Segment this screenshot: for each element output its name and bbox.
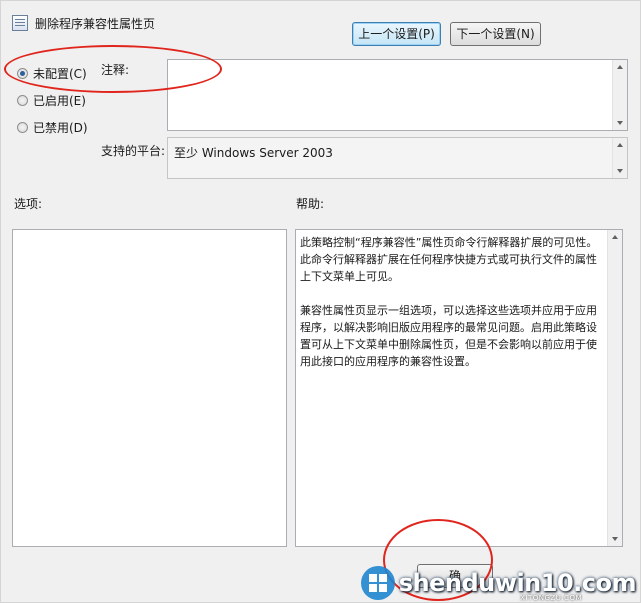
next-setting-button[interactable]: 下一个设置(N)	[450, 22, 541, 46]
radio-enabled[interactable]: 已启用(E)	[17, 92, 86, 108]
platform-field: 至少 Windows Server 2003	[167, 137, 628, 179]
scroll-down-icon[interactable]	[617, 121, 623, 125]
watermark-text: shenduwin10.com	[398, 569, 637, 597]
radio-selected-icon[interactable]	[17, 67, 28, 79]
help-paragraph: 此策略控制“程序兼容性”属性页命令行解释器扩展的可见性。此命令行解释器扩展在任何…	[300, 236, 598, 283]
watermark: shenduwin10.com	[360, 566, 637, 600]
radio-unselected-icon[interactable]	[17, 94, 28, 106]
help-scrollbar[interactable]	[607, 230, 622, 546]
radio-not-configured[interactable]: 未配置(C)	[17, 65, 87, 81]
help-text: 此策略控制“程序兼容性”属性页命令行解释器扩展的可见性。此命令行解释器扩展在任何…	[300, 234, 604, 387]
scroll-up-icon[interactable]	[617, 65, 623, 69]
help-label: 帮助:	[296, 197, 325, 211]
platform-value: 至少 Windows Server 2003	[174, 146, 333, 160]
radio-label: 已启用(E)	[33, 93, 86, 108]
policy-setting-icon	[12, 15, 28, 31]
dialog-title: 删除程序兼容性属性页	[35, 17, 156, 31]
options-label: 选项:	[14, 197, 43, 211]
radio-unselected-icon[interactable]	[17, 121, 28, 133]
prev-setting-button[interactable]: 上一个设置(P)	[352, 22, 441, 46]
help-paragraph: 兼容性属性页显示一组选项，可以选择这些选项并应用于应用程序，以解决影响旧版应用程…	[300, 304, 597, 368]
scroll-up-icon[interactable]	[612, 235, 618, 239]
help-pane[interactable]: 此策略控制“程序兼容性”属性页命令行解释器扩展的可见性。此命令行解释器扩展在任何…	[295, 229, 623, 547]
platform-scrollbar[interactable]	[612, 138, 627, 178]
platform-label: 支持的平台:	[101, 144, 166, 158]
scroll-up-icon[interactable]	[617, 143, 623, 147]
comment-textarea[interactable]	[167, 59, 628, 131]
comment-scrollbar[interactable]	[612, 60, 627, 130]
windows-logo-icon	[360, 566, 395, 600]
scroll-down-icon[interactable]	[617, 169, 623, 173]
radio-label: 未配置(C)	[33, 66, 87, 81]
radio-disabled[interactable]: 已禁用(D)	[17, 119, 88, 135]
options-pane[interactable]	[12, 229, 287, 547]
comment-label: 注释:	[101, 63, 130, 77]
radio-label: 已禁用(D)	[33, 120, 88, 135]
policy-dialog: 删除程序兼容性属性页 上一个设置(P) 下一个设置(N) 未配置(C) 已启用(…	[0, 0, 641, 603]
scroll-down-icon[interactable]	[612, 537, 618, 541]
watermark-subtext: XITONGZU.COM	[520, 594, 582, 602]
